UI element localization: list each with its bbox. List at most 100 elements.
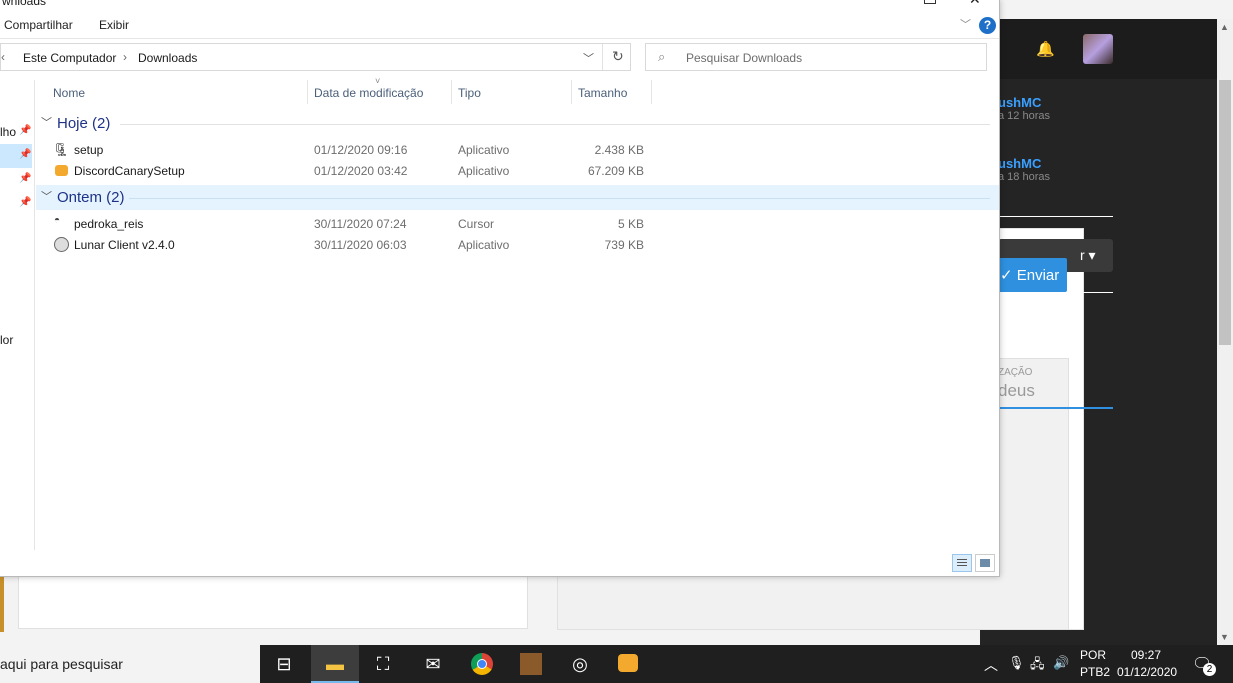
- chevron-down-icon[interactable]: ﹀: [41, 114, 52, 130]
- column-header-modified[interactable]: Data de modificação: [314, 86, 423, 100]
- window-title: wnloads: [2, 0, 47, 8]
- breadcrumb-computer[interactable]: Este Computador: [23, 51, 116, 65]
- file-size: 739 KB: [604, 238, 644, 252]
- divider: [998, 216, 1113, 217]
- column-header-size[interactable]: Tamanho: [578, 86, 627, 100]
- column-header-type[interactable]: Tipo: [458, 86, 481, 100]
- keyboard-layout[interactable]: PTB2: [1080, 665, 1110, 679]
- network-icon[interactable]: 🖧: [1030, 655, 1045, 677]
- column-separator[interactable]: [451, 80, 452, 104]
- image-strip: [0, 576, 4, 632]
- discord-canary-icon[interactable]: [618, 654, 638, 672]
- microphone-icon[interactable]: 🎙: [1008, 655, 1025, 671]
- notification-count-badge: 2: [1203, 663, 1216, 676]
- file-type: Aplicativo: [458, 143, 510, 157]
- tab-compartilhar[interactable]: Compartilhar: [4, 18, 73, 32]
- clock-date[interactable]: 01/12/2020: [1117, 665, 1177, 679]
- group-divider: [129, 198, 990, 199]
- file-name[interactable]: Lunar Client v2.4.0: [74, 238, 175, 252]
- active-tab-underline: [998, 407, 1113, 409]
- notification-time: a 18 horas: [998, 171, 1050, 183]
- file-type: Aplicativo: [458, 238, 510, 252]
- chevron-up-icon[interactable]: ︿: [984, 655, 998, 675]
- search-icon: ⌕: [658, 49, 666, 64]
- address-bar[interactable]: ‹ Este Computador › Downloads ﹀ ↻: [0, 43, 631, 71]
- nav-item[interactable]: lor: [0, 333, 13, 347]
- file-modified: 30/11/2020 06:03: [314, 238, 407, 252]
- notification-item[interactable]: ushMC a 12 horas: [998, 95, 1050, 122]
- chevron-down-icon[interactable]: ﹀: [41, 188, 52, 204]
- file-explorer-window: [0, 0, 1000, 577]
- card-text: deus: [998, 381, 1035, 400]
- group-header[interactable]: Hoje (2): [57, 115, 110, 132]
- language-code[interactable]: POR: [1080, 648, 1106, 662]
- send-button[interactable]: ✓ Enviar: [998, 258, 1067, 292]
- lunar-client-icon: [54, 237, 69, 252]
- refresh-icon[interactable]: ↻: [612, 48, 624, 65]
- installer-icon: 🗜: [53, 142, 70, 157]
- file-name[interactable]: DiscordCanarySetup: [74, 164, 185, 178]
- notification-name: ushMC: [998, 95, 1042, 110]
- scrollbar-thumb[interactable]: [1219, 80, 1231, 345]
- bell-icon[interactable]: 🔔: [1036, 40, 1055, 58]
- notification-name: ushMC: [998, 156, 1042, 171]
- ribbon-tabs: [0, 12, 999, 39]
- column-separator[interactable]: [307, 80, 308, 104]
- column-separator[interactable]: [571, 80, 572, 104]
- file-explorer-icon[interactable]: ▬: [320, 651, 350, 677]
- scroll-down-icon[interactable]: ▼: [1220, 632, 1229, 642]
- group-divider: [120, 124, 990, 125]
- pin-icon[interactable]: 📌: [19, 149, 31, 160]
- file-size: 5 KB: [617, 217, 644, 231]
- file-modified: 01/12/2020 09:16: [314, 143, 408, 157]
- file-type: Aplicativo: [458, 164, 510, 178]
- help-icon[interactable]: ?: [979, 17, 996, 34]
- file-type: Cursor: [458, 217, 495, 231]
- search-input[interactable]: ⌕ Pesquisar Downloads: [645, 43, 987, 71]
- background-left-card: [18, 576, 528, 629]
- card-label: ZAÇÃO: [998, 367, 1033, 378]
- breadcrumb-downloads[interactable]: Downloads: [138, 51, 197, 65]
- microsoft-store-icon[interactable]: ⛶: [368, 651, 398, 677]
- notification-time: a 12 horas: [998, 110, 1050, 122]
- file-size: 67.209 KB: [587, 164, 644, 178]
- divider: [602, 44, 603, 70]
- large-icons-view-button[interactable]: [975, 554, 995, 572]
- pin-icon[interactable]: 📌: [19, 125, 31, 136]
- chevron-down-icon[interactable]: ﹀: [960, 16, 971, 32]
- clock-time[interactable]: 09:27: [1131, 648, 1161, 662]
- file-name[interactable]: pedroka_reis: [74, 217, 143, 231]
- sort-indicator-icon: ˅: [375, 76, 381, 86]
- discord-icon: [55, 165, 68, 176]
- history-dropdown-icon[interactable]: ﹀: [583, 50, 594, 66]
- file-name[interactable]: setup: [74, 143, 103, 157]
- avatar[interactable]: [1083, 34, 1113, 64]
- group-header[interactable]: Ontem (2): [57, 189, 125, 206]
- column-separator[interactable]: [651, 80, 652, 104]
- task-view-icon[interactable]: ⊟: [269, 651, 299, 677]
- volume-icon[interactable]: 🔊: [1053, 655, 1069, 671]
- search-placeholder: Pesquisar Downloads: [686, 51, 803, 65]
- nav-item[interactable]: lho: [0, 125, 16, 139]
- obs-icon[interactable]: ◎: [565, 651, 595, 677]
- file-modified: 30/11/2020 07:24: [314, 217, 407, 231]
- pin-icon[interactable]: 📌: [19, 173, 31, 184]
- mail-icon[interactable]: ✉: [418, 651, 448, 677]
- notification-item[interactable]: ushMC a 18 horas: [998, 156, 1050, 183]
- minecraft-icon[interactable]: [520, 653, 542, 675]
- tab-exibir[interactable]: Exibir: [99, 18, 129, 32]
- file-modified: 01/12/2020 03:42: [314, 164, 408, 178]
- close-icon[interactable]: ✕: [969, 0, 981, 8]
- details-view-button[interactable]: [952, 554, 972, 572]
- scroll-up-icon[interactable]: ▲: [1220, 22, 1229, 32]
- column-header-name[interactable]: Nome: [53, 86, 85, 100]
- file-size: 2.438 KB: [594, 143, 644, 157]
- breadcrumb-separator: ›: [123, 50, 127, 64]
- maximize-icon[interactable]: [924, 0, 936, 4]
- pin-icon[interactable]: 📌: [19, 197, 31, 208]
- chrome-icon[interactable]: [471, 653, 493, 675]
- divider: [998, 292, 1113, 293]
- taskbar-search[interactable]: aqui para pesquisar: [0, 645, 260, 683]
- taskbar-search-text: aqui para pesquisar: [0, 656, 123, 672]
- cursor-file-icon: ◓: [54, 215, 61, 226]
